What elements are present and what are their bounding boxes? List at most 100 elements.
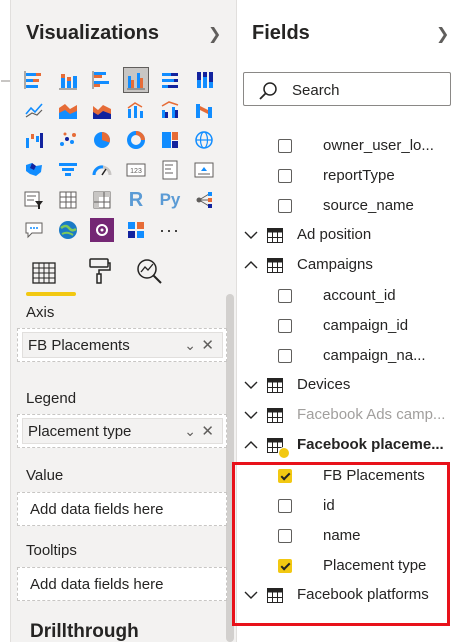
table-item[interactable]: Devices [237, 371, 458, 401]
table-item[interactable]: Ad position [237, 221, 458, 251]
fields-search-input[interactable] [292, 79, 442, 101]
field-item[interactable]: source_name [237, 191, 458, 221]
field-name: campaign_id [323, 317, 409, 334]
line-chart-icon[interactable] [22, 98, 46, 122]
table-item[interactable]: Campaigns [237, 251, 458, 281]
field-checkbox[interactable] [278, 169, 292, 183]
visualizations-title: Visualizations [26, 22, 160, 44]
table-name: Devices [297, 376, 351, 393]
powerapps-visual-icon[interactable] [90, 218, 114, 242]
clustered-bar-chart-icon[interactable] [90, 68, 114, 92]
custom-visual-grid-icon[interactable] [124, 218, 148, 242]
chevron-down-icon[interactable] [243, 377, 259, 393]
remove-field-close-icon[interactable]: ✕ [201, 422, 214, 440]
line-and-stacked-column-chart-icon[interactable] [124, 98, 148, 122]
field-item[interactable]: account_id [237, 281, 458, 311]
fields-search-box[interactable] [243, 72, 451, 106]
field-name: source_name [323, 197, 414, 214]
chevron-down-icon[interactable]: ⌄ [184, 423, 196, 440]
more-visuals-label: ... [159, 215, 181, 236]
r-label: R [128, 188, 144, 211]
field-item[interactable]: campaign_id [237, 311, 458, 341]
legend-well[interactable]: Placement type ⌄ ✕ [17, 414, 227, 448]
value-well[interactable]: Add data fields here [17, 492, 227, 526]
donut-chart-icon[interactable] [124, 128, 148, 152]
remove-field-close-icon[interactable]: ✕ [201, 336, 214, 354]
slicer-icon[interactable] [22, 188, 46, 212]
visualization-pane-tabs [22, 256, 222, 296]
field-checkbox[interactable] [278, 289, 292, 303]
pie-chart-icon[interactable] [90, 128, 114, 152]
100-percent-column-chart-icon[interactable] [192, 68, 216, 92]
table-name: Ad position [297, 226, 372, 243]
table-name: Campaigns [297, 256, 373, 273]
area-chart-icon[interactable] [56, 98, 80, 122]
matrix-icon[interactable] [90, 188, 114, 212]
multi-row-card-icon[interactable] [158, 158, 182, 182]
kpi-icon[interactable] [192, 158, 216, 182]
treemap-icon[interactable] [158, 128, 182, 152]
arcgis-map-icon[interactable] [56, 218, 80, 242]
qa-visual-icon[interactable] [22, 218, 46, 242]
chevron-up-icon[interactable] [243, 257, 259, 273]
key-influencers-icon[interactable] [192, 188, 216, 212]
chevron-up-icon[interactable] [243, 437, 259, 453]
fields-tab-icon[interactable] [29, 258, 59, 288]
legend-field-name: Placement type [28, 422, 132, 440]
table-item[interactable]: Facebook placeme... [237, 431, 458, 461]
chevron-down-icon[interactable] [243, 407, 259, 423]
field-checkbox[interactable] [278, 199, 292, 213]
stacked-bar-chart-icon[interactable] [22, 68, 46, 92]
search-icon [259, 82, 277, 100]
analytics-magnifier-icon[interactable] [134, 256, 164, 286]
legend-field-chip[interactable]: Placement type ⌄ ✕ [22, 418, 223, 444]
chevron-down-icon[interactable]: ⌄ [184, 337, 196, 354]
stacked-area-chart-icon[interactable] [90, 98, 114, 122]
chevron-down-icon[interactable] [243, 227, 259, 243]
field-item[interactable]: campaign_na... [237, 341, 458, 371]
field-checkbox[interactable] [278, 319, 292, 333]
field-name: account_id [323, 287, 396, 304]
svg-text:123: 123 [130, 168, 142, 175]
axis-field-name: FB Placements [28, 336, 130, 354]
r-script-visual-icon[interactable]: R [124, 188, 148, 212]
collapse-visualizations-chevron-icon[interactable]: ❯ [208, 24, 221, 44]
100-percent-bar-chart-icon[interactable] [158, 68, 182, 92]
ribbon-chart-icon[interactable] [192, 98, 216, 122]
value-well-label: Value [26, 467, 64, 484]
axis-field-chip[interactable]: FB Placements ⌄ ✕ [22, 332, 223, 358]
field-checkbox[interactable] [278, 349, 292, 363]
drillthrough-heading: Drillthrough [30, 621, 139, 642]
format-paint-roller-icon[interactable] [84, 256, 114, 286]
scatter-chart-icon[interactable] [56, 128, 80, 152]
collapse-fields-chevron-icon[interactable]: ❯ [436, 24, 449, 44]
field-name: owner_user_lo... [323, 137, 434, 154]
stacked-column-chart-icon[interactable] [56, 68, 80, 92]
collapsed-filters-strip[interactable] [0, 0, 11, 642]
gauge-icon[interactable] [90, 158, 114, 182]
clustered-column-chart-icon[interactable] [123, 67, 149, 93]
tooltips-well-placeholder: Add data fields here [30, 576, 164, 593]
value-well-placeholder: Add data fields here [30, 501, 164, 518]
more-visuals-icon[interactable]: ... [158, 215, 182, 242]
python-visual-icon[interactable]: Py [158, 188, 182, 212]
field-name: reportType [323, 167, 395, 184]
map-globe-icon[interactable] [192, 128, 216, 152]
funnel-chart-icon[interactable] [56, 158, 80, 182]
legend-well-label: Legend [26, 390, 77, 407]
table-name: Facebook Ads camp... [297, 406, 446, 423]
filled-map-icon[interactable] [22, 158, 46, 182]
tooltips-well[interactable]: Add data fields here [17, 567, 227, 601]
field-item[interactable]: reportType [237, 161, 458, 191]
table-item[interactable]: Facebook Ads camp... [237, 401, 458, 431]
waterfall-chart-icon[interactable] [22, 128, 46, 152]
table-visual-icon[interactable] [56, 188, 80, 212]
field-item[interactable]: owner_user_lo... [237, 131, 458, 161]
field-checkbox[interactable] [278, 139, 292, 153]
line-and-clustered-column-chart-icon[interactable] [158, 98, 182, 122]
axis-well-label: Axis [26, 304, 55, 321]
axis-well[interactable]: FB Placements ⌄ ✕ [17, 328, 227, 362]
fields-title: Fields [252, 22, 310, 44]
tooltips-well-label: Tooltips [26, 542, 77, 559]
card-icon[interactable]: 123 [124, 158, 148, 182]
